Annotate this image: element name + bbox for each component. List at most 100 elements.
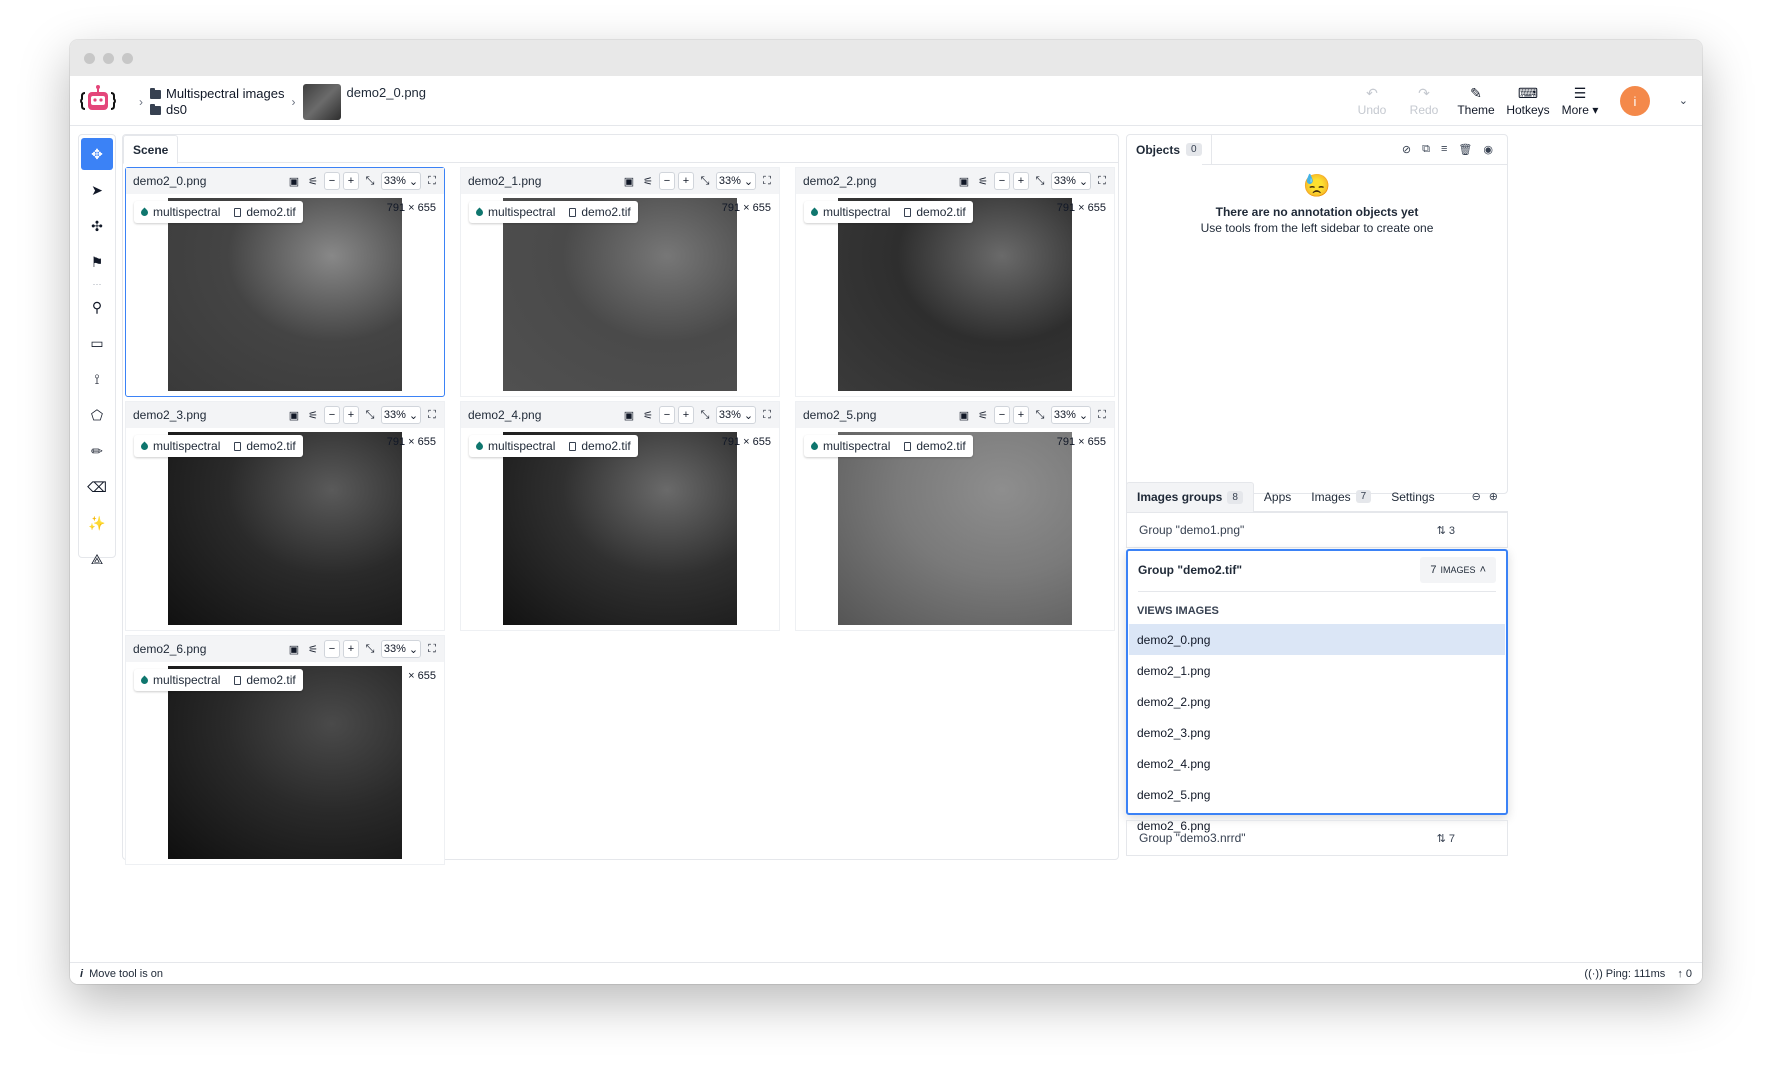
zoom-out-button[interactable]: − xyxy=(659,406,675,424)
adjust-icon[interactable]: ⚟ xyxy=(305,406,321,424)
image-card[interactable]: demo2_6.png ▣ ⚟ − + ⤡ 33% ⌄ ⛶ × 655 multispectral… xyxy=(125,635,445,865)
view-image-item[interactable]: demo2_1.png xyxy=(1129,655,1505,686)
file-chip[interactable]: demo2.tif xyxy=(904,205,966,219)
fit-icon[interactable]: ⤡ xyxy=(697,406,713,424)
view-image-item[interactable]: demo2_3.png xyxy=(1129,717,1505,748)
fit-icon[interactable]: ⤡ xyxy=(697,172,713,190)
brush-tool-button[interactable]: ✏ xyxy=(81,435,113,467)
image-card[interactable]: demo2_0.png ▣ ⚟ − + ⤡ 33% ⌄ ⛶ 791 × 655 multispec… xyxy=(125,167,445,397)
avatar[interactable]: i xyxy=(1620,86,1650,116)
move-tool-button[interactable]: ✥ xyxy=(81,138,113,170)
drag-tool-button[interactable]: ✣ xyxy=(81,210,113,242)
mask-icon[interactable]: ▣ xyxy=(286,172,302,190)
breadcrumb-project[interactable]: Multispectral images xyxy=(150,86,285,102)
zoom-in-button[interactable]: + xyxy=(1013,172,1029,190)
zoom-out-button[interactable]: − xyxy=(324,172,340,190)
tag-chip[interactable]: multispectral xyxy=(474,205,555,219)
fit-icon[interactable]: ⤡ xyxy=(362,172,378,190)
image-card[interactable]: demo2_4.png ▣ ⚟ − + ⤡ 33% ⌄ ⛶ 791 × 655 multispec… xyxy=(460,401,780,631)
tag-chip[interactable]: multispectral xyxy=(139,439,220,453)
breadcrumb-dataset[interactable]: ds0 xyxy=(150,102,285,118)
image-card[interactable]: demo2_1.png ▣ ⚟ − + ⤡ 33% ⌄ ⛶ 791 × 655 multispec… xyxy=(460,167,780,397)
zoom-out-button[interactable]: − xyxy=(659,172,675,190)
window-maximize-dot[interactable] xyxy=(122,52,133,64)
adjust-icon[interactable]: ⚟ xyxy=(305,172,321,190)
tag-chip[interactable]: multispectral xyxy=(474,439,555,453)
select-tool-button[interactable]: ➤ xyxy=(81,174,113,206)
mask-icon[interactable]: ▣ xyxy=(621,172,637,190)
zoom-in-button[interactable]: + xyxy=(678,172,694,190)
adjust-icon[interactable]: ⚟ xyxy=(640,406,656,424)
fullscreen-icon[interactable]: ⛶ xyxy=(424,172,440,190)
fit-icon[interactable]: ⤡ xyxy=(362,406,378,424)
fit-icon[interactable]: ⤡ xyxy=(1032,406,1048,424)
zoom-in-button[interactable]: + xyxy=(343,172,359,190)
tab-apps[interactable]: Apps xyxy=(1254,482,1301,512)
zoom-select[interactable]: 33% ⌄ xyxy=(381,172,421,190)
view-image-item[interactable]: demo2_0.png xyxy=(1129,624,1505,655)
zoom-in-button[interactable]: + xyxy=(343,640,359,658)
image-card[interactable]: demo2_5.png ▣ ⚟ − + ⤡ 33% ⌄ ⛶ 791 × 655 multispec… xyxy=(795,401,1115,631)
image-canvas[interactable] xyxy=(838,198,1072,391)
window-minimize-dot[interactable] xyxy=(103,52,114,64)
graph-tool-button[interactable]: ⟁ xyxy=(81,543,113,575)
zoom-select[interactable]: 33% ⌄ xyxy=(716,406,756,424)
zoom-select[interactable]: 33% ⌄ xyxy=(381,406,421,424)
image-canvas[interactable] xyxy=(168,666,402,859)
fullscreen-icon[interactable]: ⛶ xyxy=(1094,172,1110,190)
more-button[interactable]: ☰ More ▾ xyxy=(1554,86,1606,117)
zoom-select[interactable]: 33% ⌄ xyxy=(1051,406,1091,424)
collapse-group-button[interactable]: 7 images ˄ xyxy=(1420,557,1496,583)
image-canvas[interactable] xyxy=(168,198,402,391)
zoom-in-button[interactable]: + xyxy=(1013,406,1029,424)
zoom-in-button[interactable]: + xyxy=(343,406,359,424)
mask-icon[interactable]: ▣ xyxy=(621,406,637,424)
hotkeys-button[interactable]: ⌨ Hotkeys xyxy=(1502,86,1554,117)
tab-images-groups[interactable]: Images groups 8 xyxy=(1126,481,1254,512)
next-icon[interactable]: ⊕ xyxy=(1489,490,1498,503)
polygon-tool-button[interactable]: ⬠ xyxy=(81,399,113,431)
flag-tool-button[interactable]: ⚑ xyxy=(81,246,113,278)
breadcrumb-image-thumbnail[interactable] xyxy=(302,84,341,120)
tag-chip[interactable]: multispectral xyxy=(809,205,890,219)
zoom-out-button[interactable]: − xyxy=(324,406,340,424)
copy-icon[interactable]: ⧉ xyxy=(1422,143,1430,156)
hide-all-icon[interactable]: ⊘ xyxy=(1402,143,1411,156)
view-image-item[interactable]: demo2_4.png xyxy=(1129,748,1505,779)
tab-scene[interactable]: Scene xyxy=(123,135,179,164)
fullscreen-icon[interactable]: ⛶ xyxy=(759,172,775,190)
zoom-out-button[interactable]: − xyxy=(994,172,1010,190)
adjust-icon[interactable]: ⚟ xyxy=(975,406,991,424)
fit-icon[interactable]: ⤡ xyxy=(362,640,378,658)
view-image-item[interactable]: demo2_2.png xyxy=(1129,686,1505,717)
adjust-icon[interactable]: ⚟ xyxy=(305,640,321,658)
image-canvas[interactable] xyxy=(168,432,402,625)
fullscreen-icon[interactable]: ⛶ xyxy=(1094,406,1110,424)
previous-icon[interactable]: ⊖ xyxy=(1472,490,1481,503)
mask-icon[interactable]: ▣ xyxy=(956,172,972,190)
zoom-select[interactable]: 33% ⌄ xyxy=(381,640,421,658)
fullscreen-icon[interactable]: ⛶ xyxy=(759,406,775,424)
zoom-in-button[interactable]: + xyxy=(678,406,694,424)
image-canvas[interactable] xyxy=(503,432,737,625)
tag-chip[interactable]: multispectral xyxy=(809,439,890,453)
window-close-dot[interactable] xyxy=(84,52,95,64)
group-row[interactable]: Group "demo3.nrrd" ⇅ 7 xyxy=(1126,820,1508,856)
image-canvas[interactable] xyxy=(503,198,737,391)
file-chip[interactable]: demo2.tif xyxy=(234,673,296,687)
file-chip[interactable]: demo2.tif xyxy=(234,439,296,453)
view-image-item[interactable]: demo2_5.png xyxy=(1129,779,1505,810)
app-logo-icon[interactable] xyxy=(80,84,116,118)
tab-settings[interactable]: Settings xyxy=(1381,482,1444,512)
zoom-out-button[interactable]: − xyxy=(324,640,340,658)
mask-icon[interactable]: ▣ xyxy=(286,640,302,658)
rectangle-tool-button[interactable]: ▭ xyxy=(81,327,113,359)
eye-off-icon[interactable]: ◉ xyxy=(1483,143,1493,156)
fullscreen-icon[interactable]: ⛶ xyxy=(424,640,440,658)
file-chip[interactable]: demo2.tif xyxy=(569,205,631,219)
image-card[interactable]: demo2_2.png ▣ ⚟ − + ⤡ 33% ⌄ ⛶ 791 × 655 multispec… xyxy=(795,167,1115,397)
file-chip[interactable]: demo2.tif xyxy=(904,439,966,453)
fullscreen-icon[interactable]: ⛶ xyxy=(424,406,440,424)
zoom-select[interactable]: 33% ⌄ xyxy=(1051,172,1091,190)
group-row[interactable]: Group "demo1.png" ⇅ 3 xyxy=(1126,512,1508,548)
